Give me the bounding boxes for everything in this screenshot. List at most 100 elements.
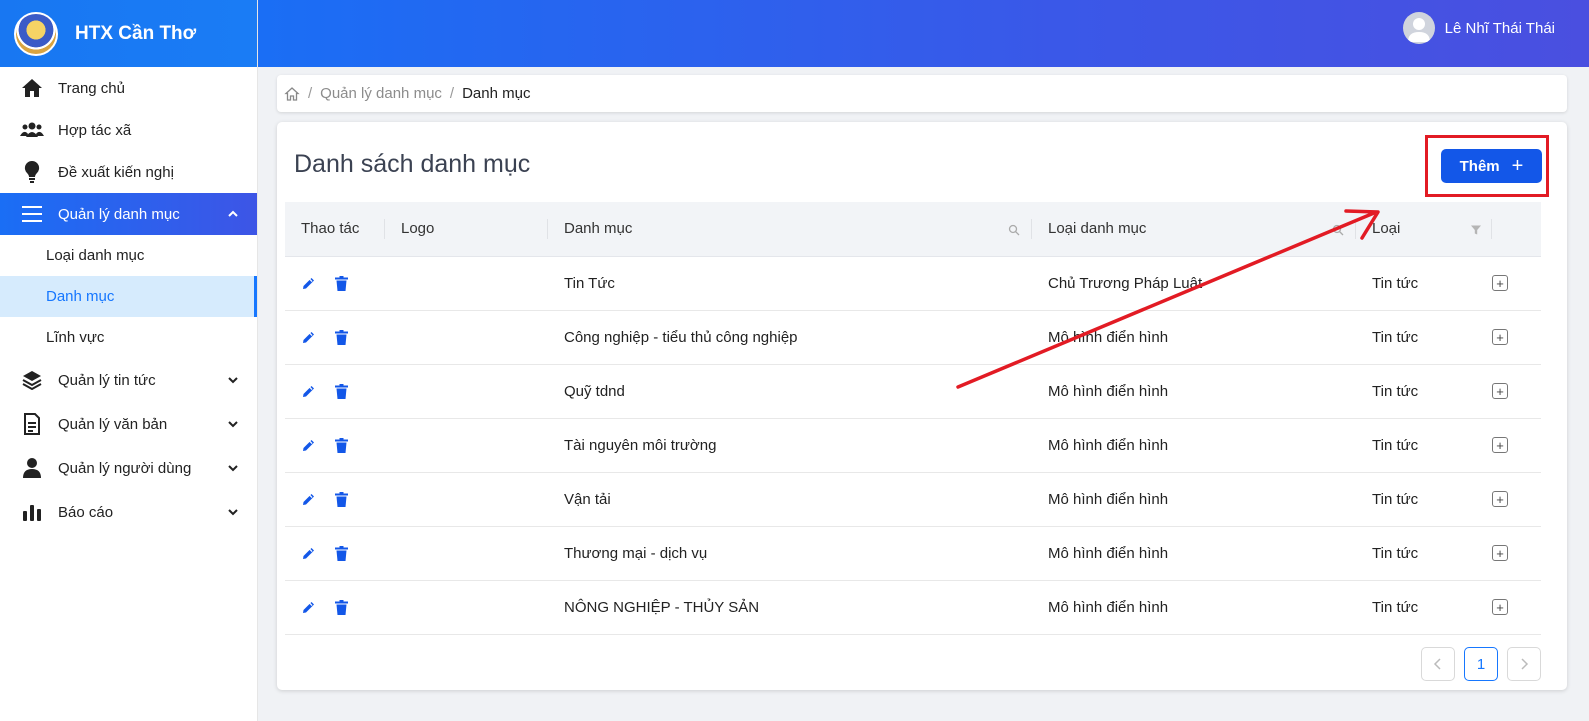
top-bar: Lê Nhĩ Thái Thái xyxy=(258,0,1589,67)
breadcrumb-link[interactable]: Quản lý danh mục xyxy=(320,85,442,102)
row-loai-danh-muc: Mô hình điển hình xyxy=(1032,472,1356,527)
column-header-loai: Loại xyxy=(1356,202,1492,257)
chevron-up-icon xyxy=(227,208,239,220)
row-loai-danh-muc: Chủ Trương Pháp Luật xyxy=(1032,256,1356,311)
row-expand-cell: + xyxy=(1492,310,1541,365)
table-row: Công nghiệp - tiểu thủ công nghiệp Mô hì… xyxy=(285,310,1541,365)
filter-icon[interactable] xyxy=(1470,223,1482,235)
table-row: NÔNG NGHIỆP - THỦY SẢN Mô hình điển hình… xyxy=(285,580,1541,635)
row-logo xyxy=(385,310,548,365)
row-loai-danh-muc: Mô hình điển hình xyxy=(1032,418,1356,473)
column-header-thao-tac: Thao tác xyxy=(285,202,385,257)
edit-icon[interactable] xyxy=(301,276,316,291)
sidebar-item-label: Trang chủ xyxy=(58,79,125,97)
row-logo xyxy=(385,418,548,473)
row-expand-cell: + xyxy=(1492,256,1541,311)
sidebar-subitem-loai-danh-muc[interactable]: Loại danh mục xyxy=(0,235,257,276)
row-loai-danh-muc: Mô hình điển hình xyxy=(1032,580,1356,635)
document-icon xyxy=(20,412,44,436)
row-danh-muc: Vận tải xyxy=(548,472,1032,527)
row-danh-muc: Quỹ tdnd xyxy=(548,364,1032,419)
row-actions xyxy=(285,310,385,365)
row-expand-cell: + xyxy=(1492,580,1541,635)
sidebar-subitem-danh-muc[interactable]: Danh mục xyxy=(0,276,257,317)
edit-icon[interactable] xyxy=(301,546,316,561)
breadcrumb: / Quản lý danh mục / Danh mục xyxy=(277,75,1567,112)
sidebar-item-label: Hợp tác xã xyxy=(58,121,132,139)
sidebar-item-hop-tac-xa[interactable]: Hợp tác xã xyxy=(0,109,257,151)
expand-row-icon[interactable]: + xyxy=(1492,275,1508,291)
layers-icon xyxy=(20,368,44,392)
expand-row-icon[interactable]: + xyxy=(1492,329,1508,345)
sidebar-item-quan-ly-nguoi-dung[interactable]: Quản lý người dùng xyxy=(0,446,257,490)
page-title: Danh sách danh mục xyxy=(294,150,531,178)
row-loai: Tin tức xyxy=(1356,364,1492,419)
table-row: Vận tải Mô hình điển hình Tin tức + xyxy=(285,472,1541,527)
row-danh-muc: Tin Tức xyxy=(548,256,1032,311)
expand-row-icon[interactable]: + xyxy=(1492,383,1508,399)
search-icon[interactable] xyxy=(1008,223,1020,236)
search-icon[interactable] xyxy=(1332,223,1344,236)
expand-row-icon[interactable]: + xyxy=(1492,437,1508,453)
add-button[interactable]: Thêm + xyxy=(1441,149,1542,183)
lightbulb-icon xyxy=(20,160,44,184)
sidebar-subitem-linh-vuc[interactable]: Lĩnh vực xyxy=(0,317,257,358)
row-loai: Tin tức xyxy=(1356,418,1492,473)
edit-icon[interactable] xyxy=(301,438,316,453)
sidebar-item-bao-cao[interactable]: Báo cáo xyxy=(0,490,257,534)
pagination-next-button[interactable] xyxy=(1507,647,1541,681)
delete-icon[interactable] xyxy=(335,276,349,292)
user-menu[interactable]: Lê Nhĩ Thái Thái xyxy=(1402,12,1555,44)
delete-icon[interactable] xyxy=(335,330,349,346)
edit-icon[interactable] xyxy=(301,384,316,399)
row-expand-cell: + xyxy=(1492,526,1541,581)
row-danh-muc: Thương mại - dịch vụ xyxy=(548,526,1032,581)
row-loai: Tin tức xyxy=(1356,472,1492,527)
row-actions xyxy=(285,418,385,473)
logo[interactable] xyxy=(14,11,58,56)
chevron-down-icon xyxy=(227,374,239,386)
sidebar-item-quan-ly-van-ban[interactable]: Quản lý văn bản xyxy=(0,402,257,446)
delete-icon[interactable] xyxy=(335,384,349,400)
menu-icon xyxy=(20,202,44,226)
row-actions xyxy=(285,364,385,419)
column-header-danh-muc: Danh mục xyxy=(548,202,1032,257)
brand-header: HTX Cần Thơ xyxy=(0,0,257,67)
sidebar-item-label: Đề xuất kiến nghị xyxy=(58,163,174,181)
row-logo xyxy=(385,526,548,581)
sidebar-item-quan-ly-tin-tuc[interactable]: Quản lý tin tức xyxy=(0,358,257,402)
delete-icon[interactable] xyxy=(335,492,349,508)
delete-icon[interactable] xyxy=(335,600,349,616)
home-icon[interactable] xyxy=(284,86,300,102)
row-expand-cell: + xyxy=(1492,418,1541,473)
pagination-page-button[interactable]: 1 xyxy=(1464,647,1498,681)
user-name: Lê Nhĩ Thái Thái xyxy=(1444,19,1555,37)
pagination-prev-button[interactable] xyxy=(1421,647,1455,681)
expand-row-icon[interactable]: + xyxy=(1492,491,1508,507)
column-header-expand xyxy=(1492,202,1541,257)
row-expand-cell: + xyxy=(1492,364,1541,419)
delete-icon[interactable] xyxy=(335,546,349,562)
row-loai-danh-muc: Mô hình điển hình xyxy=(1032,364,1356,419)
edit-icon[interactable] xyxy=(301,330,316,345)
sidebar-item-label: Báo cáo xyxy=(58,503,114,521)
delete-icon[interactable] xyxy=(335,438,349,454)
row-logo xyxy=(385,472,548,527)
table-row: Tài nguyên môi trường Mô hình điển hình … xyxy=(285,418,1541,473)
edit-icon[interactable] xyxy=(301,600,316,615)
sidebar-item-quan-ly-danh-muc[interactable]: Quản lý danh mục xyxy=(0,193,257,235)
breadcrumb-separator: / xyxy=(449,85,455,102)
sidebar-item-trang-chu[interactable]: Trang chủ xyxy=(0,67,257,109)
plus-icon: + xyxy=(1511,155,1524,177)
sidebar: HTX Cần Thơ Trang chủ Hợp tác xã Đề xuất… xyxy=(0,0,258,721)
breadcrumb-separator: / xyxy=(308,85,313,102)
row-logo xyxy=(385,364,548,419)
expand-row-icon[interactable]: + xyxy=(1492,599,1508,615)
sidebar-item-de-xuat-kien-nghi[interactable]: Đề xuất kiến nghị xyxy=(0,151,257,193)
expand-row-icon[interactable]: + xyxy=(1492,545,1508,561)
row-danh-muc: Tài nguyên môi trường xyxy=(548,418,1032,473)
sidebar-item-label: Quản lý người dùng xyxy=(58,459,192,477)
category-table: Thao tác Logo Danh mục Loại danh mục Loạ… xyxy=(285,202,1541,635)
chevron-down-icon xyxy=(227,462,239,474)
edit-icon[interactable] xyxy=(301,492,316,507)
